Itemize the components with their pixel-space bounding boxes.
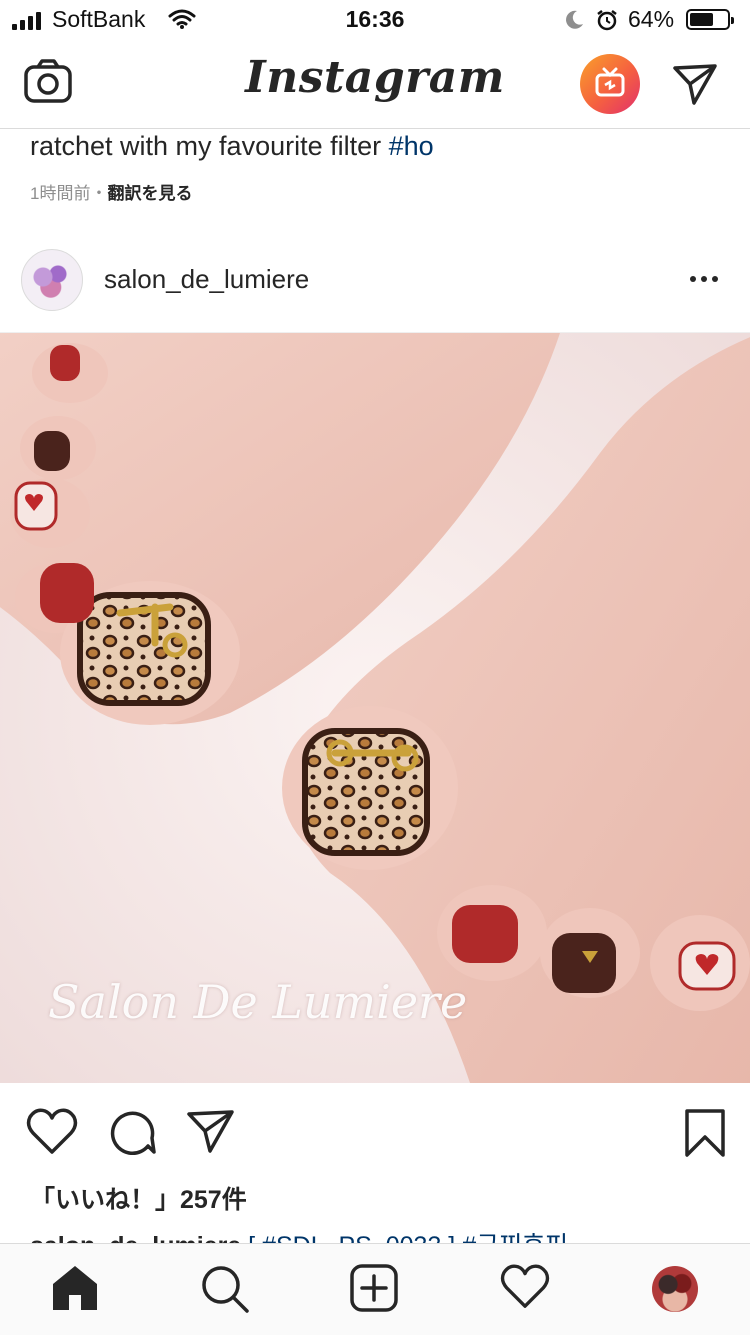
post-actions (0, 1084, 750, 1180)
avatar[interactable] (21, 249, 83, 311)
search-icon[interactable] (200, 1264, 250, 1314)
plus-square-icon[interactable] (350, 1264, 398, 1312)
post-username[interactable]: salon_de_lumiere (104, 264, 309, 295)
previous-post-caption: ratchet with my favourite filter #ho (30, 131, 434, 162)
moon-icon (566, 10, 583, 29)
post-caption: salon_de_lumiere [ #SDL_PS_0033 ] #구찌후피 (30, 1226, 568, 1244)
post-timestamp: 1時間前 (30, 184, 91, 203)
meta-separator: ・ (90, 184, 108, 203)
battery-icon (686, 9, 734, 30)
igtv-button[interactable] (580, 54, 640, 114)
share-paper-plane-icon[interactable] (186, 1108, 236, 1154)
more-options-icon[interactable] (690, 276, 718, 282)
home-icon[interactable] (50, 1264, 100, 1312)
heart-icon[interactable] (26, 1108, 78, 1156)
hashtag-link[interactable]: #ho (389, 131, 434, 161)
image-watermark: Salon De Lumiere (48, 975, 468, 1029)
previous-post-caption-area: ratchet with my favourite filter #ho 1時間… (0, 129, 750, 229)
comment-bubble-icon[interactable] (108, 1108, 156, 1156)
like-count[interactable]: 「いいね！」257件 (30, 1180, 247, 1216)
post-header: salon_de_lumiere (0, 232, 750, 333)
status-bar: SoftBank 16:36 64% (0, 0, 750, 40)
paper-plane-icon[interactable] (672, 62, 718, 106)
top-nav-bar: Instagram (0, 40, 750, 129)
caption-text: ratchet with my favourite filter (30, 131, 389, 161)
battery-percent: 64% (628, 6, 675, 32)
bottom-tab-bar (0, 1243, 750, 1335)
igtv-icon (595, 67, 625, 97)
activity-heart-icon[interactable] (500, 1264, 550, 1310)
see-translation-link[interactable]: 翻訳を見る (107, 184, 192, 203)
profile-avatar[interactable] (652, 1266, 698, 1312)
alarm-icon (597, 10, 617, 31)
post-image[interactable] (0, 333, 750, 1083)
previous-post-meta: 1時間前・翻訳を見る (30, 179, 192, 204)
bookmark-icon[interactable] (684, 1108, 726, 1158)
